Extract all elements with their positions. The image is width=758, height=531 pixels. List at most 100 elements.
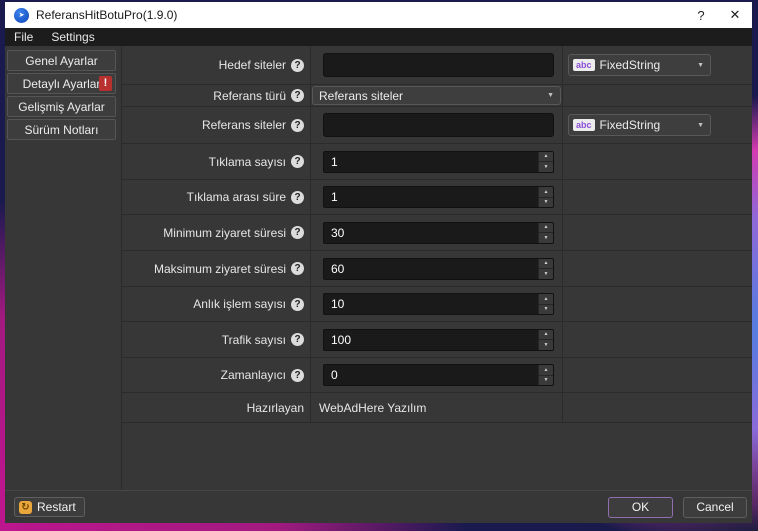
spin-down-button[interactable]: ▼ xyxy=(539,269,553,279)
menu-item-file[interactable]: File xyxy=(14,30,33,44)
field-type-cell: abc FixedString ▼ xyxy=(562,107,752,143)
tiklama-sayisi-input[interactable] xyxy=(324,152,538,172)
field-value-cell: ▲▼ xyxy=(310,215,562,250)
referans-siteler-input[interactable] xyxy=(323,113,554,137)
help-icon[interactable]: ? xyxy=(291,298,304,311)
field-label: Tıklama sayısı xyxy=(209,155,286,169)
help-icon[interactable]: ? xyxy=(291,119,304,132)
field-label: Anlık işlem sayısı xyxy=(193,297,286,311)
help-icon[interactable]: ? xyxy=(291,226,304,239)
help-icon[interactable]: ? xyxy=(291,191,304,204)
field-value-cell: ▲▼ xyxy=(310,251,562,286)
chevron-down-icon: ▼ xyxy=(697,62,710,69)
zamanlayici-spinner: ▲▼ xyxy=(323,364,554,386)
help-icon[interactable]: ? xyxy=(291,89,304,102)
spin-up-button[interactable]: ▲ xyxy=(539,365,553,376)
spin-down-button[interactable]: ▼ xyxy=(539,233,553,243)
spin-down-button[interactable]: ▼ xyxy=(539,340,553,350)
spinner-buttons: ▲▼ xyxy=(538,330,553,350)
field-value-cell: ▲▼ xyxy=(310,322,562,357)
form-row-maksimum-ziyaret-suresi: Maksimum ziyaret süresi?▲▼ xyxy=(122,251,752,287)
settings-form: Hedef siteler?abcFixedString▼Referans tü… xyxy=(122,46,752,490)
help-icon[interactable]: ? xyxy=(291,369,304,382)
desktop-background: ➤ ReferansHitBotuPro(1.9.0) ? ✕ File Sett… xyxy=(0,0,758,531)
spin-up-button[interactable]: ▲ xyxy=(539,187,553,198)
tiklama-arasi-sure-input[interactable] xyxy=(324,187,538,207)
help-icon[interactable]: ? xyxy=(291,59,304,72)
sidebar: Genel AyarlarDetaylı Ayarlar! Gelişmiş Ay… xyxy=(5,46,122,490)
field-type-cell xyxy=(562,393,752,422)
field-label-cell: Hedef siteler? xyxy=(122,46,310,84)
field-label: Hazırlayan xyxy=(247,401,304,415)
title-bar: ➤ ReferansHitBotuPro(1.9.0) ? ✕ xyxy=(5,2,752,28)
spin-up-button[interactable]: ▲ xyxy=(539,294,553,305)
tiklama-arasi-sure-spinner: ▲▼ xyxy=(323,186,554,208)
form-row-trafik-sayisi: Trafik sayısı?▲▼ xyxy=(122,322,752,358)
trafik-sayisi-input[interactable] xyxy=(324,330,538,350)
field-type-cell xyxy=(562,215,752,250)
chevron-down-icon: ▼ xyxy=(697,122,710,129)
form-row-minimum-ziyaret-suresi: Minimum ziyaret süresi?▲▼ xyxy=(122,215,752,251)
abc-string-icon: abc xyxy=(573,119,595,131)
tiklama-sayisi-spinner: ▲▼ xyxy=(323,151,554,173)
restart-button-label: Restart xyxy=(37,500,76,514)
help-icon[interactable]: ? xyxy=(291,155,304,168)
sidebar-tab-surum-notlari[interactable]: Sürüm Notları xyxy=(7,119,116,140)
field-value-cell: ▲▼ xyxy=(310,144,562,179)
spin-down-button[interactable]: ▼ xyxy=(539,305,553,315)
sidebar-tab-genel-ayarlar[interactable]: Genel Ayarlar xyxy=(7,50,116,71)
spin-up-button[interactable]: ▲ xyxy=(539,223,553,234)
field-value-cell: ▲▼ xyxy=(310,358,562,392)
trafik-sayisi-spinner: ▲▼ xyxy=(323,329,554,351)
form-row-referans-turu: Referans türü?Referans siteler▼ xyxy=(122,85,752,107)
menu-item-settings[interactable]: Settings xyxy=(51,30,94,44)
field-label: Zamanlayıcı xyxy=(221,368,286,382)
field-type-cell xyxy=(562,144,752,179)
help-icon[interactable]: ? xyxy=(291,262,304,275)
minimum-ziyaret-suresi-input[interactable] xyxy=(324,223,538,243)
hedef-siteler-input[interactable] xyxy=(323,53,554,77)
dialog-buttons: OK Cancel xyxy=(608,497,747,518)
field-type-cell xyxy=(562,180,752,214)
titlebar-close-button[interactable]: ✕ xyxy=(718,2,752,28)
spin-up-button[interactable]: ▲ xyxy=(539,152,553,163)
help-icon[interactable]: ? xyxy=(291,333,304,346)
ok-button[interactable]: OK xyxy=(608,497,673,518)
referans-turu-select[interactable]: Referans siteler▼ xyxy=(312,86,561,105)
anlik-islem-sayisi-input[interactable] xyxy=(324,294,538,314)
field-label: Hedef siteler xyxy=(219,58,286,72)
sidebar-tab-label: Gelişmiş Ayarlar xyxy=(18,100,104,114)
restart-button[interactable]: ↻ Restart xyxy=(14,497,85,517)
cancel-button[interactable]: Cancel xyxy=(683,497,747,518)
minimum-ziyaret-suresi-spinner: ▲▼ xyxy=(323,222,554,244)
spin-down-button[interactable]: ▼ xyxy=(539,376,553,386)
hedef-siteler-type-select[interactable]: abcFixedString▼ xyxy=(568,54,711,76)
spin-up-button[interactable]: ▲ xyxy=(539,330,553,341)
spin-up-button[interactable]: ▲ xyxy=(539,259,553,270)
zamanlayici-input[interactable] xyxy=(324,365,538,385)
field-type-cell xyxy=(562,287,752,321)
spinner-buttons: ▲▼ xyxy=(538,223,553,243)
field-label-cell: Tıklama arası süre? xyxy=(122,180,310,214)
spin-down-button[interactable]: ▼ xyxy=(539,162,553,172)
type-name: FixedString xyxy=(600,118,661,132)
maksimum-ziyaret-suresi-input[interactable] xyxy=(324,259,538,279)
field-type-cell xyxy=(562,358,752,392)
field-value-cell: WebAdHere Yazılım xyxy=(310,393,562,422)
menu-bar: File Settings xyxy=(5,28,752,46)
spinner-buttons: ▲▼ xyxy=(538,365,553,385)
spinner-buttons: ▲▼ xyxy=(538,259,553,279)
spin-down-button[interactable]: ▼ xyxy=(539,198,553,208)
hazirlayan-value: WebAdHere Yazılım xyxy=(311,401,426,415)
field-value-cell: ▲▼ xyxy=(310,287,562,321)
form-row-zamanlayici: Zamanlayıcı? ▲▼ xyxy=(122,358,752,393)
maksimum-ziyaret-suresi-spinner: ▲▼ xyxy=(323,258,554,280)
window-title: ReferansHitBotuPro(1.9.0) xyxy=(36,8,684,22)
sidebar-tab-gelismis-ayarlar[interactable]: Gelişmiş Ayarlar xyxy=(7,96,116,117)
field-label-cell: Referans siteler? xyxy=(122,107,310,143)
referans-siteler-type-select[interactable]: abc FixedString ▼ xyxy=(568,114,711,136)
field-value-cell xyxy=(310,107,562,143)
titlebar-help-button[interactable]: ? xyxy=(684,2,718,28)
type-name: FixedString xyxy=(600,58,661,72)
sidebar-tab-detayli-ayarlar[interactable]: Detaylı Ayarlar! xyxy=(7,73,116,94)
